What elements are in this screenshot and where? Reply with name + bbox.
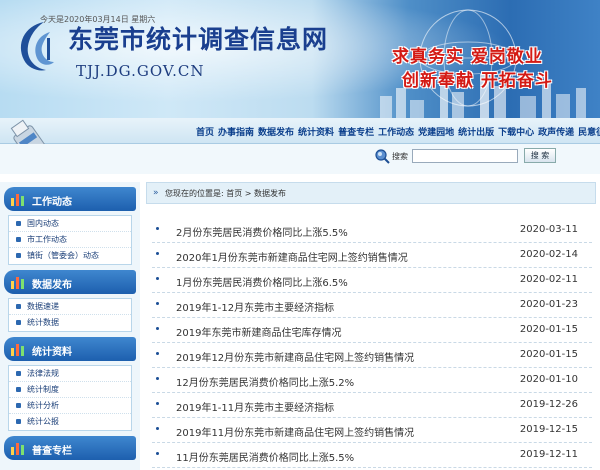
news-title[interactable]: 2019年1-11月东莞市主要经济指标 xyxy=(176,399,334,414)
statistics-logo-icon xyxy=(20,22,54,71)
search-label: 搜索 xyxy=(392,152,408,161)
sidebar-header-data-release[interactable]: 数据发布 xyxy=(4,270,136,294)
bar-chart-icon xyxy=(11,194,24,206)
news-date: 2020-01-15 xyxy=(519,324,578,335)
bar-chart-icon xyxy=(11,344,24,356)
nav-item-publications[interactable]: 统计出版 xyxy=(458,125,494,138)
news-date: 2019-12-11 xyxy=(519,449,578,460)
bullet-icon xyxy=(156,377,159,380)
list-item[interactable]: 2月份东莞居民消费价格同比上涨5.5% 2020-03-11 xyxy=(152,218,592,243)
news-title[interactable]: 2月份东莞居民消费价格同比上涨5.5% xyxy=(176,224,348,239)
sidebar-header-work-news[interactable]: 工作动态 xyxy=(4,187,136,211)
news-title[interactable]: 2020年1月份东莞市新建商品住宅网上签约销售情况 xyxy=(176,249,408,264)
bar-chart-icon xyxy=(11,277,24,289)
bullet-icon xyxy=(156,427,159,430)
double-arrow-icon: » xyxy=(153,188,159,198)
site-title: 东莞市统计调查信息网 xyxy=(68,25,329,54)
bullet-icon xyxy=(156,402,159,405)
news-title[interactable]: 2019年1-12月东莞市主要经济指标 xyxy=(176,299,334,314)
nav-item-policy[interactable]: 政声传递 xyxy=(538,125,574,138)
news-date: 2020-02-11 xyxy=(519,274,578,285)
news-date: 2020-01-15 xyxy=(519,349,578,360)
nav-items: 首页 办事指南 数据发布 统计资料 普查专栏 工作动态 党建园地 统计出版 下载… xyxy=(196,125,600,138)
search-icon xyxy=(375,149,390,164)
list-item[interactable]: 11月份东莞居民消费价格同比上涨5.5% 2019-12-11 xyxy=(152,443,592,468)
search-input[interactable] xyxy=(412,149,518,163)
sidebar-list-work-news: 国内动态 市工作动态 镇街（管委会）动态 xyxy=(8,215,132,265)
list-item[interactable]: 2019年12月份东莞市新建商品住宅网上签约销售情况 2020-01-15 xyxy=(152,343,592,368)
news-title[interactable]: 2019年东莞市新建商品住宅库存情况 xyxy=(176,324,341,339)
sidebar-item-analysis[interactable]: 统计分析 xyxy=(9,398,131,414)
bullet-icon xyxy=(156,227,159,230)
nav-item-census[interactable]: 普查专栏 xyxy=(338,125,374,138)
breadcrumb-separator: > xyxy=(244,189,252,198)
sidebar-list-data-release: 数据速递 统计数据 xyxy=(8,298,132,332)
sidebar-item-statistics-data[interactable]: 统计数据 xyxy=(9,315,131,331)
breadcrumb-current: 数据发布 xyxy=(254,189,287,198)
bullet-icon xyxy=(156,302,159,305)
slogan-line-2: 创新奉献 开拓奋斗 xyxy=(402,71,553,91)
list-item[interactable]: 2019年11月份东莞市新建商品住宅网上签约销售情况 2019-12-15 xyxy=(152,418,592,443)
sidebar-item-domestic-news[interactable]: 国内动态 xyxy=(9,216,131,232)
news-title[interactable]: 1月份东莞居民消费价格同比上涨6.5% xyxy=(176,274,348,289)
nav-item-home[interactable]: 首页 xyxy=(196,125,214,138)
nav-item-opinion[interactable]: 民意征集 xyxy=(578,125,600,138)
news-date: 2019-12-15 xyxy=(519,424,578,435)
nav-item-data-release[interactable]: 数据发布 xyxy=(258,125,294,138)
sidebar-item-system[interactable]: 统计制度 xyxy=(9,382,131,398)
bullet-icon xyxy=(156,352,159,355)
slogan-line-1: 求真务实 爱岗敬业 xyxy=(392,47,543,67)
sidebar-item-bulletin[interactable]: 统计公报 xyxy=(9,414,131,430)
breadcrumb-home[interactable]: 首页 xyxy=(226,189,242,198)
sidebar-header-label: 统计资料 xyxy=(32,347,72,358)
list-item[interactable]: 1月份东莞居民消费价格同比上涨6.5% 2020-02-11 xyxy=(152,268,592,293)
bullet-icon xyxy=(156,252,159,255)
bullet-icon xyxy=(156,327,159,330)
sidebar: 工作动态 国内动态 市工作动态 镇街（管委会）动态 数据发布 数据速递 统计数据… xyxy=(0,182,140,470)
news-date: 2020-03-11 xyxy=(519,224,578,235)
main-nav: 首页 办事指南 数据发布 统计资料 普查专栏 工作动态 党建园地 统计出版 下载… xyxy=(0,118,600,144)
current-date: 今天是2020年03月14日 星期六 xyxy=(40,15,156,24)
sidebar-header-statistics[interactable]: 统计资料 xyxy=(4,337,136,361)
sidebar-header-census[interactable]: 普查专栏 xyxy=(4,436,136,460)
sidebar-item-laws[interactable]: 法律法规 xyxy=(9,366,131,382)
list-item[interactable]: 12月份东莞居民消费价格同比上涨5.2% 2020-01-10 xyxy=(152,368,592,393)
news-title[interactable]: 2019年11月份东莞市新建商品住宅网上签约销售情况 xyxy=(176,424,414,439)
nav-item-party[interactable]: 党建园地 xyxy=(418,125,454,138)
list-item[interactable]: 2020年1月份东莞市新建商品住宅网上签约销售情况 2020-02-14 xyxy=(152,243,592,268)
list-item[interactable]: 2019年东莞市新建商品住宅库存情况 2020-01-15 xyxy=(152,318,592,343)
news-title[interactable]: 11月份东莞居民消费价格同比上涨5.5% xyxy=(176,449,354,464)
sidebar-header-label: 普查专栏 xyxy=(32,446,72,457)
sidebar-list-statistics: 法律法规 统计制度 统计分析 统计公报 xyxy=(8,365,132,431)
breadcrumb-text: 您现在的位置是: 首页 > 数据发布 xyxy=(165,188,286,199)
news-list: 2月份东莞居民消费价格同比上涨5.5% 2020-03-11 2020年1月份东莞… xyxy=(152,218,592,468)
sidebar-item-data-express[interactable]: 数据速递 xyxy=(9,299,131,315)
site-url: TJJ.DG.GOV.CN xyxy=(76,62,205,80)
list-item[interactable]: 2019年1-12月东莞市主要经济指标 2020-01-23 xyxy=(152,293,592,318)
nav-item-statistics[interactable]: 统计资料 xyxy=(298,125,334,138)
news-date: 2019-12-26 xyxy=(519,399,578,410)
news-date: 2020-02-14 xyxy=(519,249,578,260)
nav-item-work-news[interactable]: 工作动态 xyxy=(378,125,414,138)
bullet-icon xyxy=(156,277,159,280)
news-date: 2020-01-10 xyxy=(519,374,578,385)
bullet-icon xyxy=(156,452,159,455)
nav-item-guide[interactable]: 办事指南 xyxy=(218,125,254,138)
search-button[interactable]: 搜 索 xyxy=(524,148,556,163)
sidebar-header-label: 数据发布 xyxy=(32,280,72,291)
news-title[interactable]: 12月份东莞居民消费价格同比上涨5.2% xyxy=(176,374,354,389)
sidebar-item-town-news[interactable]: 镇街（管委会）动态 xyxy=(9,248,131,264)
sidebar-item-city-news[interactable]: 市工作动态 xyxy=(9,232,131,248)
bar-chart-icon xyxy=(11,443,24,455)
sidebar-header-label: 工作动态 xyxy=(32,197,72,208)
breadcrumb-prefix: 您现在的位置是: xyxy=(165,189,224,198)
breadcrumb: » 您现在的位置是: 首页 > 数据发布 xyxy=(146,182,596,204)
list-item[interactable]: 2019年1-11月东莞市主要经济指标 2019-12-26 xyxy=(152,393,592,418)
nav-item-downloads[interactable]: 下载中心 xyxy=(498,125,534,138)
news-date: 2020-01-23 xyxy=(519,299,578,310)
news-title[interactable]: 2019年12月份东莞市新建商品住宅网上签约销售情况 xyxy=(176,349,414,364)
